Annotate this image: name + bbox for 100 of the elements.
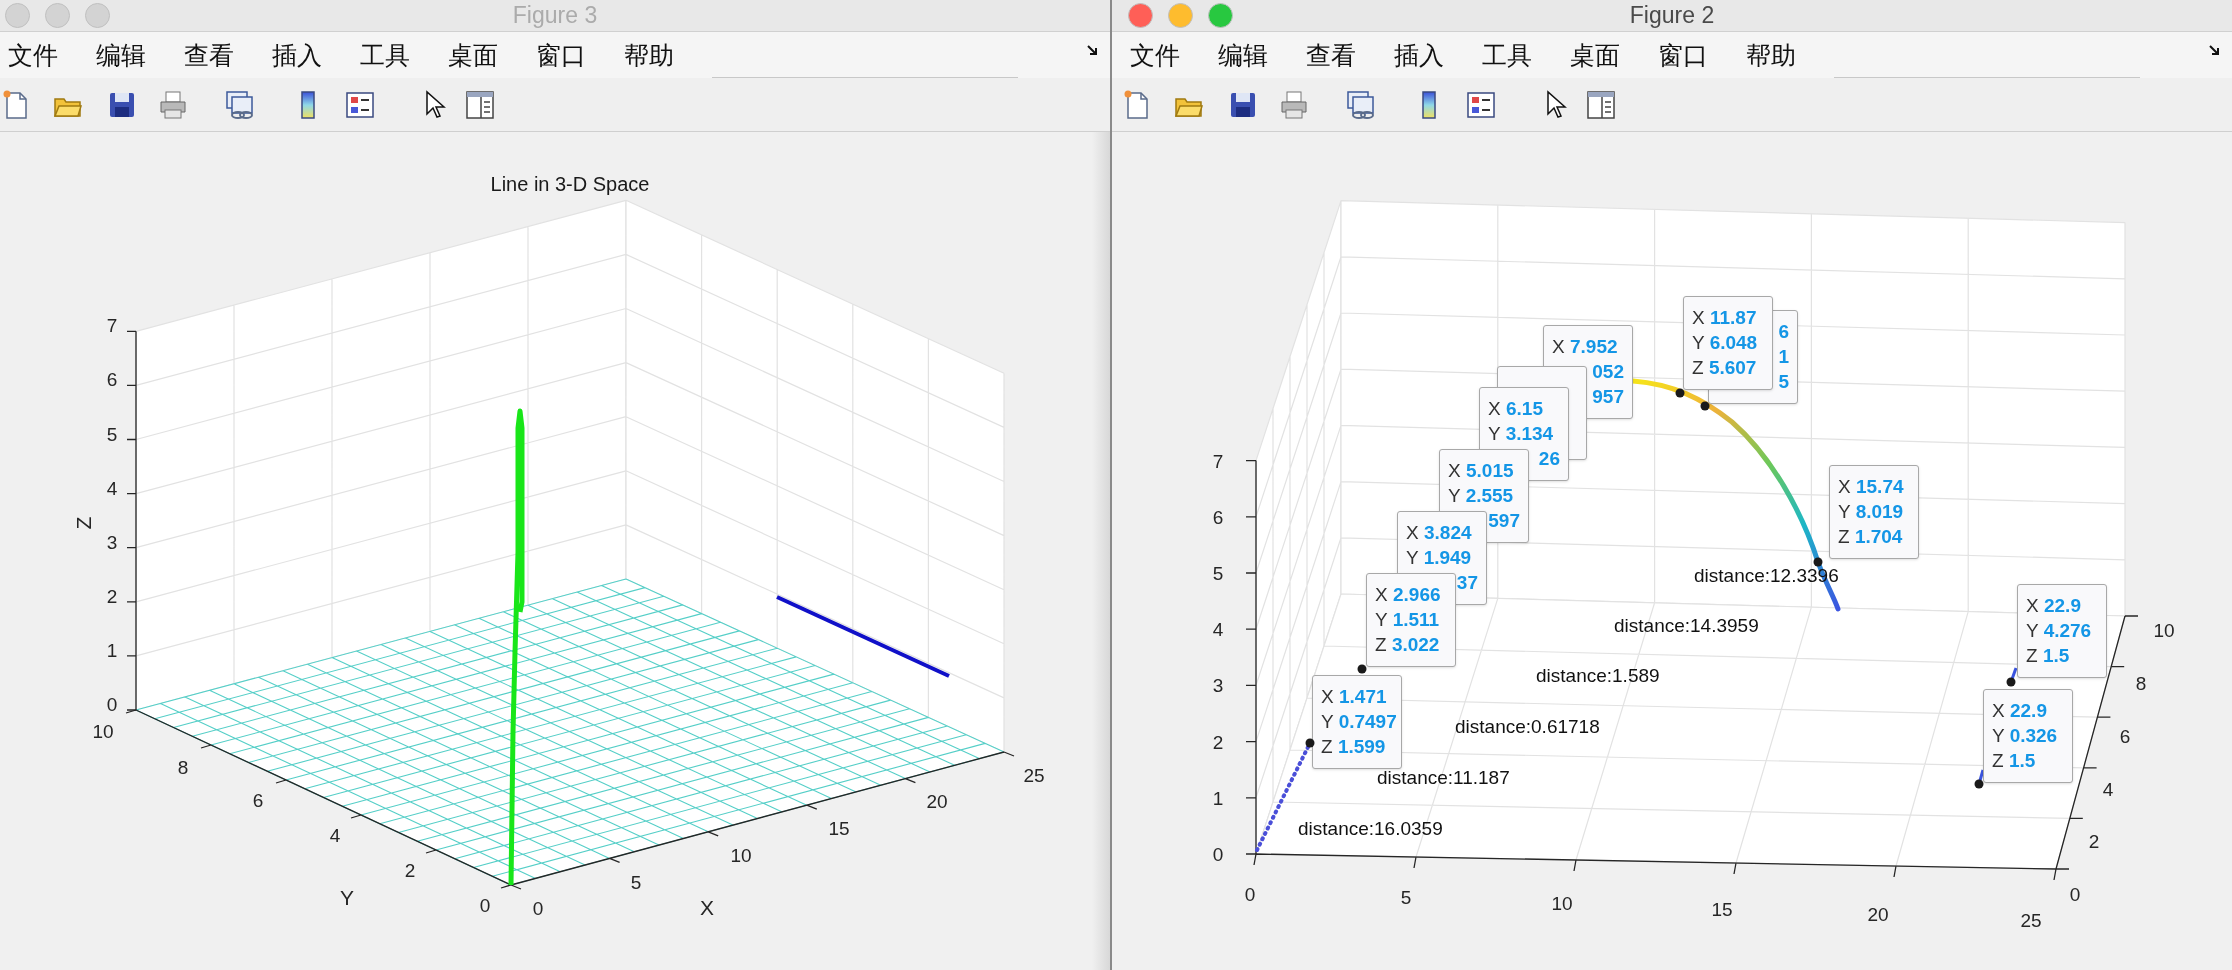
window-title: Figure 3	[512, 4, 598, 27]
data-tip-text: 5	[1778, 370, 1789, 394]
data-point	[1357, 664, 1367, 674]
tick-label: 2	[106, 586, 118, 606]
tick-label: 5	[106, 424, 118, 443]
linked-windows-icon[interactable]	[224, 88, 256, 121]
data-tip-text: X 22.9	[1992, 699, 2047, 723]
data-tip-text: 957	[1592, 385, 1624, 409]
panel-icon[interactable]	[1585, 88, 1617, 121]
tick-label: 7	[106, 315, 118, 335]
tick-label: 6	[252, 790, 264, 810]
tick-label: 25	[1023, 765, 1045, 785]
data-tip-text: X 2.966	[1375, 583, 1441, 607]
distance-label: distance:1.589	[1536, 665, 1660, 685]
data-tip-text: Y 2.555	[1448, 484, 1514, 508]
printer-icon[interactable]	[157, 88, 189, 121]
menu-item[interactable]: 桌面	[1570, 42, 1620, 68]
menu-item[interactable]: 文件	[1130, 42, 1180, 68]
data-tip-text: Y 1.511	[1375, 608, 1440, 632]
tick-label: 10	[92, 721, 114, 741]
data-tip-text: Y 0.7497	[1321, 710, 1397, 734]
tick-label: 2	[1212, 732, 1224, 752]
tick-label: 4	[106, 478, 118, 498]
menu-item[interactable]: 插入	[272, 42, 322, 68]
data-tip-text: Y 6.048	[1692, 331, 1758, 355]
data-point	[1974, 779, 1984, 789]
tick-label: 0	[479, 895, 491, 915]
window-button[interactable]	[1128, 3, 1153, 28]
distance-label: distance:16.0359	[1298, 818, 1443, 838]
tick-label: 4	[329, 825, 341, 845]
menu-item[interactable]: 插入	[1394, 42, 1444, 68]
plot-title: Line in 3-D Space	[490, 174, 650, 194]
data-tip-text: Y 8.019	[1838, 500, 1904, 524]
data-tip-text: X 6.15	[1488, 397, 1543, 421]
data-tip-text: X 11.87	[1692, 306, 1757, 330]
window-title: Figure 2	[1629, 4, 1715, 27]
distance-label: distance:0.61718	[1455, 716, 1600, 736]
tick-label: 8	[177, 757, 189, 777]
menu-item[interactable]: 工具	[1482, 42, 1532, 68]
data-point	[1700, 401, 1710, 411]
axis-label: Y	[340, 886, 354, 908]
menu-item[interactable]: 编辑	[1218, 42, 1268, 68]
data-tip-text: Y 4.276	[2026, 619, 2092, 643]
menu-item[interactable]: 文件	[8, 42, 58, 68]
menu-item[interactable]: 编辑	[96, 42, 146, 68]
data-tip-text: X 15.74	[1838, 475, 1904, 499]
data-tip-text: Y 0.326	[1992, 724, 2058, 748]
distance-label: distance:11.187	[1377, 767, 1510, 787]
tick-label: 5	[1400, 887, 1412, 907]
tick-label: 20	[926, 791, 948, 811]
panel-icon[interactable]	[464, 88, 496, 121]
tick-label: 1	[106, 640, 118, 660]
tick-label: 2	[404, 860, 416, 880]
data-tip-text: X 22.9	[2026, 594, 2081, 618]
menu-item[interactable]: 窗口	[536, 42, 586, 68]
tick-label: 0	[1244, 884, 1256, 904]
data-point	[1675, 388, 1685, 398]
data-tip-text: 052	[1592, 360, 1624, 384]
menu-item[interactable]: 查看	[1306, 42, 1356, 68]
data-tip-text: 26	[1538, 447, 1560, 471]
data-point	[1305, 738, 1315, 748]
dock-icon[interactable]	[1086, 44, 1100, 58]
data-tip-text: 597	[1488, 509, 1520, 533]
tick-label: 15	[828, 818, 850, 838]
data-tip-text: X 5.015	[1448, 459, 1514, 483]
tick-label: 1	[1212, 788, 1224, 808]
tick-label: 4	[1212, 619, 1224, 639]
data-tip-text: Z 1.704	[1838, 525, 1903, 549]
tick-label: 10	[730, 845, 752, 865]
data-tip-text: 37	[1456, 571, 1478, 595]
data-tip-text: X 7.952	[1552, 335, 1618, 359]
axis-label: X	[700, 896, 714, 918]
menu-item[interactable]: 帮助	[624, 42, 674, 68]
tick-label: 10	[2153, 620, 2175, 640]
menu-item[interactable]: 查看	[184, 42, 234, 68]
tick-label: 20	[1867, 904, 1889, 924]
tick-label: 15	[1711, 899, 1733, 919]
tick-label: 6	[106, 369, 118, 389]
data-tip-text: X 3.824	[1406, 521, 1472, 545]
tick-label: 4	[2102, 779, 2114, 799]
dock-icon[interactable]	[2208, 44, 2222, 58]
menu-item[interactable]: 窗口	[1658, 42, 1708, 68]
menu-item[interactable]: 工具	[360, 42, 410, 68]
tick-label: 6	[2119, 726, 2131, 746]
tick-label: 5	[1212, 563, 1224, 583]
data-tip-text: Z 5.607	[1692, 356, 1757, 380]
menu-item[interactable]: 帮助	[1746, 42, 1796, 68]
data-tip-text: Z 1.5	[2026, 644, 2070, 668]
menu-item[interactable]: 桌面	[448, 42, 498, 68]
tick-label: 2	[2088, 831, 2100, 851]
distance-label: distance:14.3959	[1614, 615, 1759, 635]
data-tip-text: Y 1.949	[1406, 546, 1472, 570]
data-tip-text: Z 1.599	[1321, 735, 1386, 759]
data-tip-text: 6	[1778, 320, 1789, 344]
data-point	[2006, 677, 2016, 687]
tick-label: 0	[106, 694, 118, 714]
linked-windows-icon[interactable]	[1345, 88, 1377, 121]
data-tip-text: Z 1.5	[1992, 749, 2036, 773]
printer-icon[interactable]	[1278, 88, 1310, 121]
data-tip-text: X 1.471	[1321, 685, 1387, 709]
